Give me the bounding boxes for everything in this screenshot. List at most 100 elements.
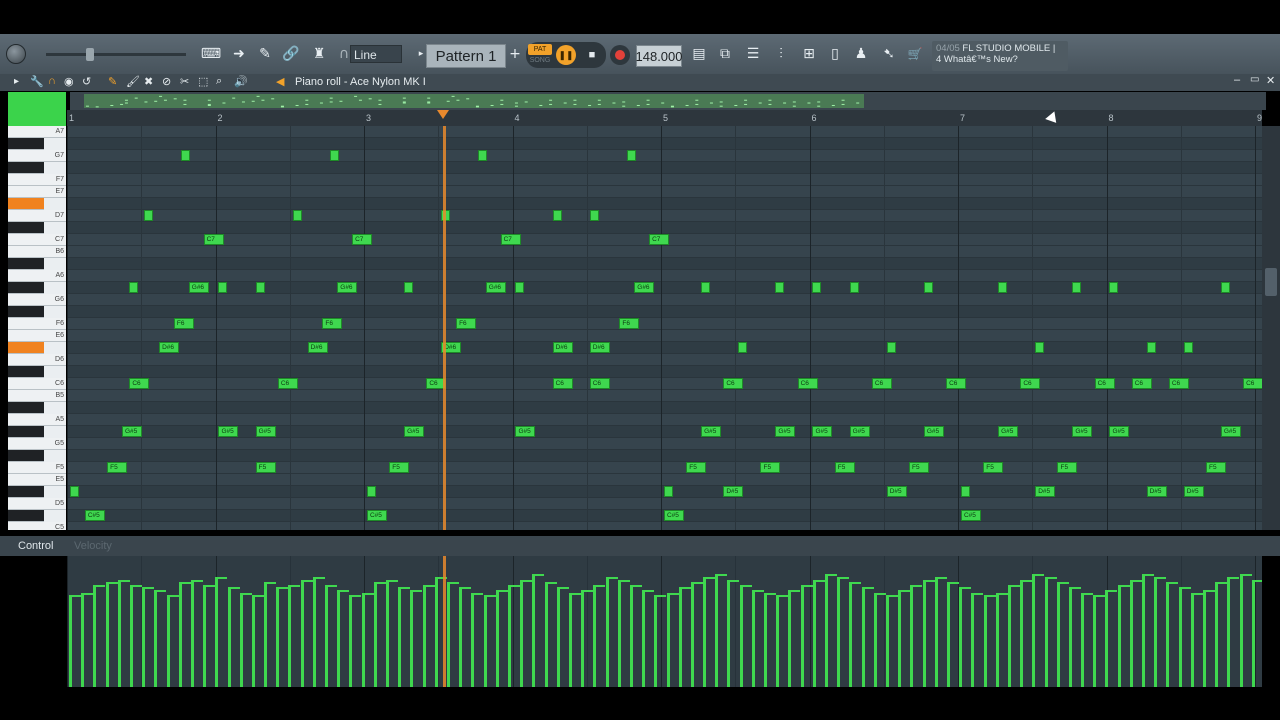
note[interactable] <box>255 282 265 293</box>
note[interactable]: G#5 <box>775 426 796 437</box>
menu-arrow-icon[interactable]: ▸ <box>14 76 19 87</box>
note[interactable] <box>849 282 859 293</box>
velocity-bar[interactable] <box>934 576 938 687</box>
velocity-bar[interactable] <box>1239 574 1243 687</box>
black-key[interactable] <box>8 402 44 414</box>
news-panel[interactable]: 04/05 FL STUDIO MOBILE | 4 Whatâ€™s New? <box>932 41 1068 71</box>
velocity-bar[interactable] <box>1166 582 1170 687</box>
velocity-bar[interactable] <box>959 587 963 687</box>
note[interactable] <box>404 282 414 293</box>
slider-handle[interactable] <box>86 48 94 61</box>
file-icon[interactable]: ▯ <box>824 43 846 65</box>
velocity-bar[interactable] <box>629 584 633 687</box>
velocity-bar[interactable] <box>568 592 572 687</box>
note[interactable] <box>1146 342 1156 353</box>
note[interactable] <box>366 486 376 497</box>
note[interactable]: F6 <box>456 318 477 329</box>
master-pitch-slider[interactable] <box>46 48 186 61</box>
velocity-bar[interactable] <box>422 584 426 687</box>
velocity-bar[interactable] <box>251 595 255 687</box>
velocity-bar[interactable] <box>1081 592 1085 687</box>
note[interactable] <box>181 150 191 161</box>
velocity-bar[interactable] <box>1020 579 1024 687</box>
note[interactable] <box>218 282 228 293</box>
black-key[interactable] <box>8 282 44 294</box>
velocity-bar[interactable] <box>276 587 280 687</box>
velocity-bar[interactable] <box>434 576 438 687</box>
delete-tool-icon[interactable]: ✖ <box>144 75 153 88</box>
black-key[interactable] <box>8 366 44 378</box>
velocity-bar[interactable] <box>581 590 585 687</box>
brush-icon[interactable]: ✎ <box>254 43 276 65</box>
velocity-bar[interactable] <box>1068 587 1072 687</box>
select-icon[interactable]: ⬚ <box>198 75 208 88</box>
stamp-icon[interactable]: ♜ <box>308 43 330 65</box>
pattern-selector[interactable]: Pattern 1 <box>426 44 506 68</box>
control-param[interactable]: Velocity <box>74 540 112 552</box>
note[interactable]: D#6 <box>159 342 180 353</box>
note[interactable]: F6 <box>619 318 640 329</box>
snap-select[interactable]: Line <box>350 45 402 63</box>
note[interactable]: F5 <box>107 462 128 473</box>
velocity-bar[interactable] <box>776 595 780 687</box>
note[interactable]: F5 <box>255 462 276 473</box>
velocity-bar[interactable] <box>922 579 926 687</box>
velocity-bar[interactable] <box>861 587 865 687</box>
note[interactable]: G#5 <box>1072 426 1093 437</box>
typing-keyboard-icon[interactable]: ⌨ <box>200 43 222 65</box>
cart-icon[interactable]: 🛒 <box>904 43 926 65</box>
velocity-bar[interactable] <box>264 582 268 687</box>
velocity-bar[interactable] <box>373 582 377 687</box>
velocity-bar[interactable] <box>544 582 548 687</box>
note[interactable] <box>663 486 673 497</box>
pencil-icon[interactable]: ✎ <box>108 75 117 88</box>
velocity-bar[interactable] <box>1154 576 1158 687</box>
record-note-icon[interactable]: ◉ <box>64 75 74 88</box>
close-icon[interactable]: ✕ <box>1266 74 1275 87</box>
note[interactable]: G#6 <box>188 282 209 293</box>
velocity-bar[interactable] <box>215 576 219 687</box>
velocity-bar[interactable] <box>154 590 158 687</box>
note[interactable]: G#5 <box>1109 426 1130 437</box>
velocity-bar[interactable] <box>239 592 243 687</box>
note[interactable] <box>329 150 339 161</box>
velocity-bar[interactable] <box>300 579 304 687</box>
note[interactable]: C6 <box>589 378 610 389</box>
velocity-bar[interactable] <box>447 582 450 687</box>
note[interactable]: C6 <box>723 378 744 389</box>
velocity-bar[interactable] <box>1044 576 1048 687</box>
note[interactable]: G#5 <box>812 426 833 437</box>
song-mode-button[interactable]: SONG <box>528 55 552 66</box>
velocity-bar[interactable] <box>617 579 621 687</box>
velocity-bar[interactable] <box>532 574 536 687</box>
black-key[interactable] <box>8 162 44 174</box>
magnet-snap-icon[interactable]: ∩ <box>48 75 56 87</box>
velocity-bar[interactable] <box>93 584 97 687</box>
note[interactable]: C#5 <box>663 510 684 521</box>
velocity-bar[interactable] <box>471 592 475 687</box>
velocity-bar[interactable] <box>764 592 768 687</box>
velocity-bar[interactable] <box>703 576 707 687</box>
black-key[interactable] <box>8 222 44 234</box>
record-button[interactable] <box>610 45 630 65</box>
black-key[interactable] <box>8 306 44 318</box>
note[interactable]: F5 <box>389 462 410 473</box>
wrench-icon[interactable]: 🔧 <box>30 75 44 88</box>
black-key[interactable] <box>8 342 44 354</box>
black-key[interactable] <box>8 486 44 498</box>
velocity-bar[interactable] <box>1056 582 1060 687</box>
paint-icon[interactable]: 🖌 <box>126 75 140 88</box>
velocity-bar[interactable] <box>288 584 292 687</box>
velocity-bar[interactable] <box>837 576 841 687</box>
link-icon[interactable]: 🔗 <box>280 43 302 65</box>
note[interactable]: G#5 <box>701 426 722 437</box>
note[interactable]: C7 <box>500 234 521 245</box>
pat-mode-button[interactable]: PAT <box>528 44 552 55</box>
note[interactable]: D#6 <box>307 342 328 353</box>
channel-rack-icon[interactable]: ⧉ <box>714 43 736 65</box>
note[interactable] <box>923 282 933 293</box>
velocity-bar[interactable] <box>1117 584 1121 687</box>
velocity-bar[interactable] <box>678 587 682 687</box>
velocity-bar[interactable] <box>190 579 194 687</box>
playhead-marker[interactable] <box>436 110 449 119</box>
